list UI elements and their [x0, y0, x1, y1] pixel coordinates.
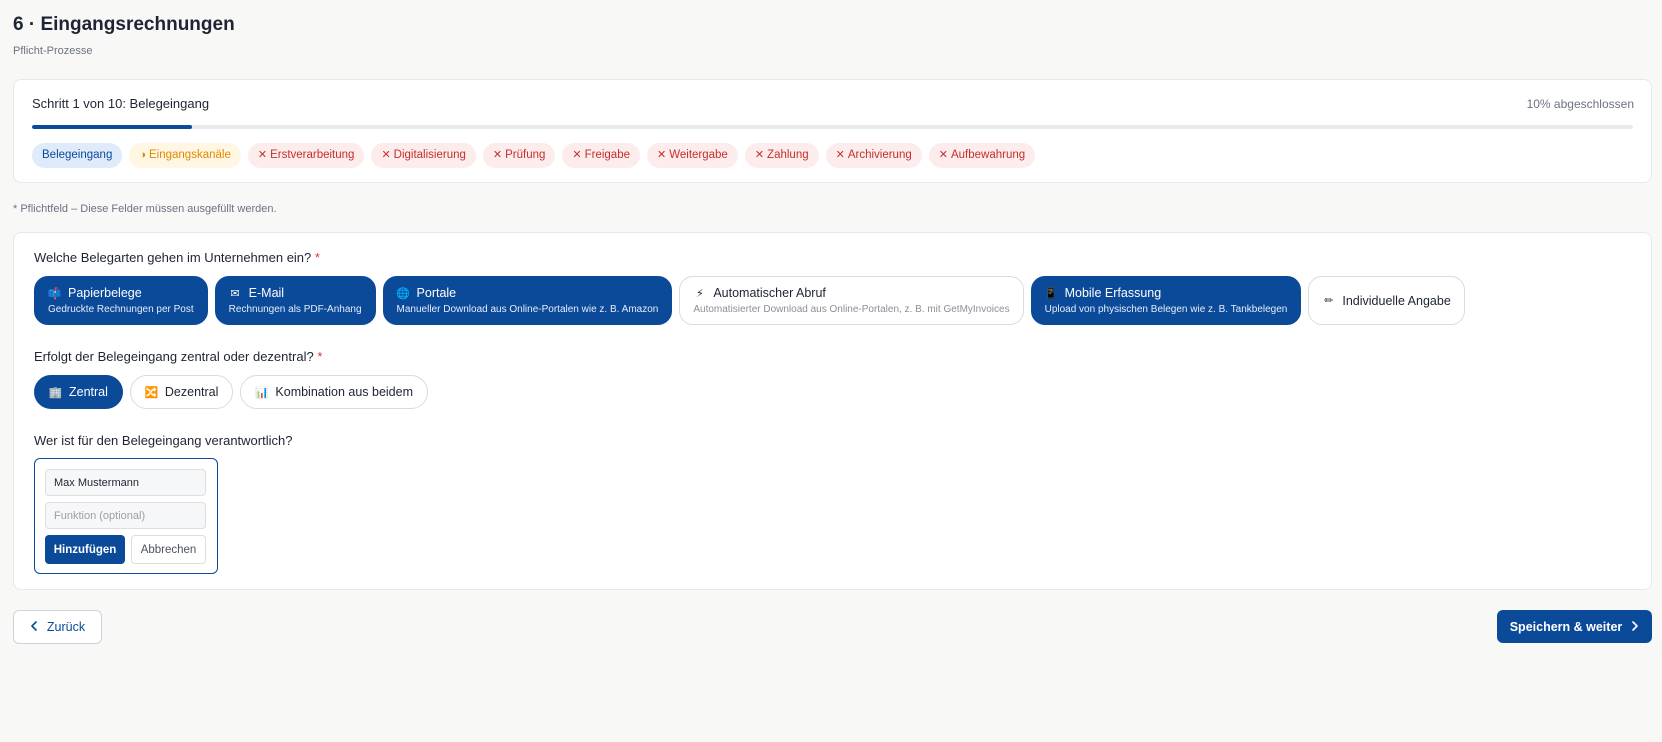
required-mark: *: [314, 250, 320, 265]
percent-label: 10% abgeschlossen: [1526, 97, 1634, 111]
option-title: Papierbelege: [68, 286, 142, 300]
cancel-button[interactable]: Abbrechen: [131, 535, 206, 564]
next-label: Speichern & weiter: [1509, 619, 1623, 634]
option-card[interactable]: 🌐 Portale Manueller Download aus Online-Po…: [382, 276, 673, 325]
step-chip-label: Freigabe: [584, 149, 630, 161]
option-title: Automatischer Abruf: [713, 286, 826, 300]
step-chip[interactable]: ✕ Zahlung: [744, 143, 819, 168]
form-card: Welche Belegarten gehen im Unternehmen e…: [13, 232, 1652, 590]
pencil-icon: ✏: [1324, 295, 1334, 307]
x-icon: ✕: [754, 149, 765, 161]
step-chip[interactable]: Belegeingang: [32, 143, 123, 168]
question-zentral: Erfolgt der Belegeingang zentral oder de…: [34, 349, 322, 364]
step-chip-label: Archivierung: [847, 149, 912, 161]
step-chip-label: Prüfung: [505, 149, 546, 161]
chevron-left-icon: [30, 620, 38, 634]
option-description: Rechnungen als PDF-Anhang: [228, 304, 362, 315]
option-card[interactable]: 📱 Mobile Erfassung Upload von physischen B…: [1030, 276, 1302, 325]
back-button[interactable]: Zurück: [13, 610, 102, 644]
page-title: 6 · Eingangsrechnungen: [13, 14, 235, 35]
option-title: Dezentral: [164, 385, 219, 399]
step-chip[interactable]: ✕ Digitalisierung: [371, 143, 476, 168]
step-chips: Belegeingang ◑ Eingangskanäle ✕ Erstverarbei…: [32, 143, 1036, 168]
chart-icon: 📊: [255, 386, 269, 399]
step-chip-label: Erstverarbeitung: [270, 149, 355, 161]
option-description: Automatisierter Download aus Online-Port…: [693, 304, 1010, 315]
function-input[interactable]: [45, 502, 206, 529]
lightning-icon: ⚡: [695, 287, 704, 300]
step-chip[interactable]: ✕ Aufbewahrung: [928, 143, 1036, 168]
progress-card: Schritt 1 von 10: Belegeingang 10% abges…: [13, 79, 1652, 183]
x-icon: ✕: [835, 149, 845, 161]
step-chip-label: Zahlung: [767, 149, 809, 161]
option-header: 🌐 Portale: [396, 286, 659, 300]
question-belegarten: Welche Belegarten gehen im Unternehmen e…: [34, 250, 320, 265]
option-title: Zentral: [69, 385, 108, 399]
globe-icon: 🌐: [396, 287, 410, 300]
option-header: 📱 Mobile Erfassung: [1044, 286, 1288, 300]
x-icon: ✕: [657, 149, 667, 161]
shuffle-icon: 🔀: [144, 386, 159, 399]
required-note: * Pflichtfeld – Diese Felder müssen ausg…: [13, 203, 277, 215]
option-card[interactable]: ✏ Individuelle Angabe: [1308, 276, 1465, 325]
question-zentral-text: Erfolgt der Belegeingang zentral oder de…: [34, 349, 314, 364]
building-icon: 🏢: [48, 386, 63, 399]
option-title: Mobile Erfassung: [1064, 286, 1162, 300]
step-chip-label: Digitalisierung: [393, 149, 466, 161]
question-verantwortlich: Wer ist für den Belegeingang verantwortl…: [34, 433, 293, 448]
x-icon: ✕: [572, 149, 582, 161]
zentral-options: 🏢 Zentral 🔀 Dezentral 📊 Kombination aus beide…: [34, 375, 428, 409]
required-mark: *: [317, 349, 323, 364]
option-header: ✉ E-Mail: [229, 286, 362, 300]
step-chip-label: Eingangskanäle: [149, 149, 231, 161]
option-description: Manueller Download aus Online-Portalen w…: [396, 304, 659, 315]
option-card[interactable]: ⚡ Automatischer Abruf Automatisierter Down…: [679, 276, 1024, 325]
x-icon: ✕: [381, 149, 391, 161]
option-title: Individuelle Angabe: [1342, 293, 1451, 308]
responsible-person-form: Hinzufügen Abbrechen: [34, 458, 218, 574]
step-chip-label: Weitergabe: [669, 149, 728, 161]
name-input[interactable]: [45, 469, 206, 496]
option-title: Portale: [416, 286, 457, 300]
mailbox-icon: 📫: [47, 287, 62, 300]
step-label: Schritt 1 von 10: Belegeingang: [32, 96, 210, 111]
x-icon: ✕: [938, 149, 948, 161]
option-header: ⚡ Automatischer Abruf: [693, 286, 1009, 300]
step-chip-label: Belegeingang: [42, 149, 113, 161]
save-next-button[interactable]: Speichern & weiter: [1497, 610, 1652, 643]
x-icon: ✕: [492, 149, 503, 161]
progress-fill: [32, 125, 193, 129]
x-icon: ✕: [257, 149, 268, 161]
option-title: E-Mail: [248, 286, 285, 300]
option-pill[interactable]: 📊 Kombination aus beidem: [240, 375, 428, 409]
step-chip[interactable]: ✕ Archivierung: [825, 143, 922, 168]
belegarten-options: 📫 Papierbelege Gedruckte Rechnungen per Po…: [34, 276, 1465, 325]
option-header: 📫 Papierbelege: [48, 286, 194, 300]
option-card[interactable]: ✉ E-Mail Rechnungen als PDF-Anhang: [214, 276, 376, 325]
step-chip[interactable]: ✕ Freigabe: [562, 143, 640, 168]
question-belegarten-text: Welche Belegarten gehen im Unternehmen e…: [34, 250, 312, 265]
step-chip[interactable]: ✕ Weitergabe: [647, 143, 738, 168]
phone-icon: 📱: [1044, 287, 1058, 300]
add-button[interactable]: Hinzufügen: [45, 535, 125, 564]
option-pill[interactable]: 🔀 Dezentral: [129, 375, 234, 409]
option-description: Gedruckte Rechnungen per Post: [48, 304, 194, 315]
option-pill[interactable]: 🏢 Zentral: [34, 375, 123, 409]
envelope-icon: ✉: [230, 287, 240, 300]
step-chip-label: Aufbewahrung: [950, 149, 1026, 161]
step-chip[interactable]: ✕ Prüfung: [482, 143, 556, 168]
option-card[interactable]: 📫 Papierbelege Gedruckte Rechnungen per Po…: [34, 276, 208, 325]
progress-bar: [32, 125, 1633, 129]
half-circle-icon: ◑: [139, 149, 146, 161]
step-chip[interactable]: ✕ Erstverarbeitung: [247, 143, 365, 168]
chevron-right-icon: [1631, 620, 1639, 634]
option-title: Kombination aus beidem: [275, 385, 413, 399]
option-description: Upload von physischen Belegen wie z. B. …: [1044, 304, 1288, 315]
back-label: Zurück: [46, 620, 86, 634]
step-chip[interactable]: ◑ Eingangskanäle: [129, 143, 241, 168]
page-subtitle: Pflicht-Prozesse: [13, 45, 93, 57]
